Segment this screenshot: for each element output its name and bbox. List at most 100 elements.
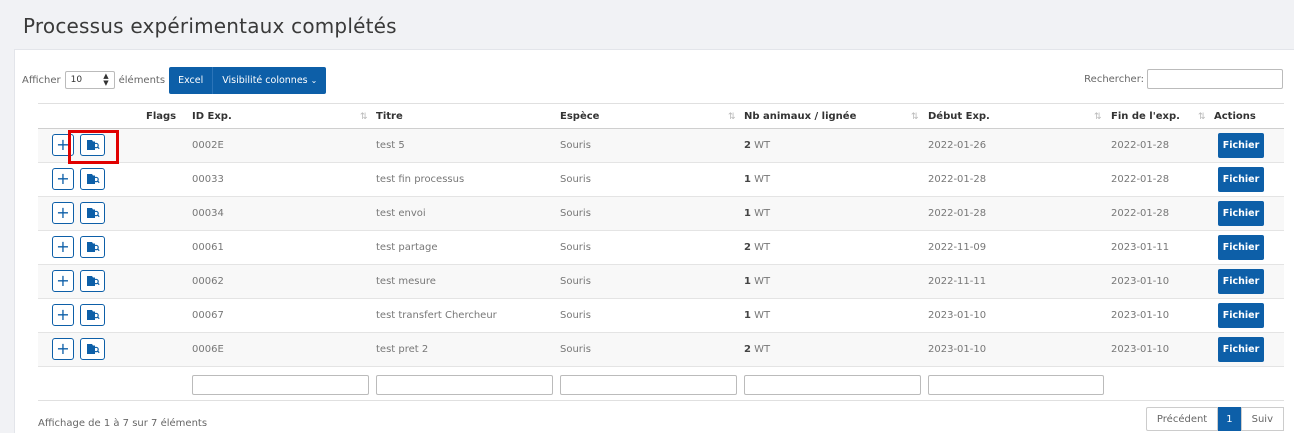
plus-icon[interactable]: +	[52, 304, 74, 326]
cell-start: 2022-01-26	[928, 140, 987, 151]
search-control: Rechercher:	[1084, 69, 1283, 89]
excel-button[interactable]: Excel	[169, 66, 213, 94]
cell-animals: 1 WT	[744, 208, 770, 219]
fichier-button[interactable]: Fichier	[1218, 337, 1264, 362]
cell-title: test 5	[376, 140, 405, 151]
header-animals[interactable]: Nb animaux / lignée	[744, 111, 856, 122]
cell-end: 2023-01-11	[1111, 242, 1170, 253]
cell-title: test envoi	[376, 208, 426, 219]
cell-title: test transfert Chercheur	[376, 310, 497, 321]
file-search-icon[interactable]	[80, 270, 105, 292]
cell-id: 00034	[192, 208, 224, 219]
cell-start: 2022-11-11	[928, 276, 987, 287]
fichier-button[interactable]: Fichier	[1218, 167, 1264, 192]
cell-species: Souris	[560, 242, 591, 253]
cell-count: 2	[744, 242, 751, 253]
page-button-current[interactable]: 1	[1218, 407, 1241, 431]
plus-icon[interactable]: +	[52, 338, 74, 360]
page-size-control: Afficher 10 ▲ ▼ éléments Excel Visibilité…	[22, 66, 327, 94]
select-arrows-icon: ▲ ▼	[103, 72, 109, 87]
header-id[interactable]: ID Exp.	[192, 111, 232, 122]
cell-id: 00062	[192, 276, 224, 287]
cell-start: 2022-01-28	[928, 208, 987, 219]
cell-line: WT	[754, 276, 771, 287]
table-row: +0006E test pret 2 Souris 2 WT 2023-01-10 202…	[38, 333, 1284, 367]
fichier-button[interactable]: Fichier	[1218, 201, 1264, 226]
header-title[interactable]: Titre	[376, 111, 403, 122]
sort-arrows-icon: ⇅	[911, 112, 919, 122]
next-page-button[interactable]: Suiv	[1240, 407, 1284, 431]
cell-count: 1	[744, 310, 751, 321]
fichier-button[interactable]: Fichier	[1218, 269, 1264, 294]
sort-arrows-icon: ⇅	[728, 112, 736, 122]
cell-id: 00033	[192, 174, 224, 185]
table-row: +00033 test fin processus Souris 1 WT 2022-0…	[38, 163, 1284, 197]
sort-arrows-icon: ⇅	[1198, 112, 1206, 122]
show-suffix-label: éléments	[118, 74, 166, 86]
filter-animals-input[interactable]	[744, 375, 921, 395]
cell-count: 2	[744, 140, 751, 151]
filter-species-input[interactable]	[560, 375, 737, 395]
filter-id-input[interactable]	[192, 375, 369, 395]
page-size-select[interactable]: 10 ▲ ▼	[64, 71, 115, 89]
cell-end: 2022-01-28	[1111, 174, 1170, 185]
header-species[interactable]: Espèce	[560, 111, 599, 122]
table-row: +0002E test 5 Souris 2 WT 2022-01-26 2022-01-…	[38, 129, 1284, 163]
plus-icon[interactable]: +	[52, 134, 74, 156]
fichier-button[interactable]: Fichier	[1218, 133, 1264, 158]
table-row: +00062 test mesure Souris 1 WT 2022-11-11 202…	[38, 265, 1284, 299]
filter-title-input[interactable]	[376, 375, 553, 395]
cell-end: 2022-01-28	[1111, 208, 1170, 219]
plus-icon[interactable]: +	[52, 202, 74, 224]
cell-species: Souris	[560, 344, 591, 355]
cell-id: 0006E	[192, 344, 224, 355]
file-search-icon[interactable]	[80, 236, 105, 258]
cell-end: 2023-01-10	[1111, 276, 1170, 287]
file-search-icon[interactable]	[80, 202, 105, 224]
cell-animals: 2 WT	[744, 140, 770, 151]
column-filters	[38, 367, 1284, 401]
page-size-value: 10	[70, 75, 83, 85]
cell-end: 2023-01-10	[1111, 344, 1170, 355]
table-row: +00061 test partage Souris 2 WT 2022-11-09 20…	[38, 231, 1284, 265]
header-flags[interactable]: Flags	[146, 111, 176, 122]
file-search-icon[interactable]	[80, 168, 105, 190]
cell-start: 2023-01-10	[928, 310, 987, 321]
cell-animals: 2 WT	[744, 242, 770, 253]
cell-animals: 2 WT	[744, 344, 770, 355]
cell-animals: 1 WT	[744, 310, 770, 321]
plus-icon[interactable]: +	[52, 168, 74, 190]
cell-title: test fin processus	[376, 174, 465, 185]
cell-end: 2022-01-28	[1111, 140, 1170, 151]
sort-arrows-icon: ⇅	[360, 112, 368, 122]
plus-icon[interactable]: +	[52, 270, 74, 292]
column-visibility-button[interactable]: Visibilité colonnes ⌄	[212, 66, 327, 94]
file-search-icon[interactable]	[80, 304, 105, 326]
search-input[interactable]	[1147, 69, 1283, 89]
cell-species: Souris	[560, 174, 591, 185]
cell-count: 1	[744, 174, 751, 185]
cell-line: WT	[754, 174, 771, 185]
file-search-icon[interactable]	[80, 338, 105, 360]
cell-line: WT	[754, 208, 771, 219]
cell-animals: 1 WT	[744, 174, 770, 185]
previous-page-button[interactable]: Précédent	[1145, 407, 1219, 431]
export-button-group: Excel Visibilité colonnes ⌄	[169, 66, 327, 94]
cell-start: 2022-11-09	[928, 242, 987, 253]
fichier-button[interactable]: Fichier	[1218, 303, 1264, 328]
table-row: +00067 test transfert Chercheur Souris 1 WT…	[38, 299, 1284, 333]
cell-species: Souris	[560, 276, 591, 287]
cell-line: WT	[754, 310, 771, 321]
fichier-button[interactable]: Fichier	[1218, 235, 1264, 260]
filter-start-input[interactable]	[928, 375, 1104, 395]
table-header: Flags ID Exp. ⇅ Titre Espèce ⇅ Nb animau…	[38, 103, 1284, 129]
header-end[interactable]: Fin de l'exp.	[1111, 111, 1180, 122]
file-search-icon[interactable]	[80, 134, 105, 156]
cell-species: Souris	[560, 208, 591, 219]
header-start[interactable]: Début Exp.	[928, 111, 990, 122]
experiments-table: Flags ID Exp. ⇅ Titre Espèce ⇅ Nb animau…	[38, 103, 1284, 401]
plus-icon[interactable]: +	[52, 236, 74, 258]
cell-title: test partage	[376, 242, 438, 253]
cell-start: 2023-01-10	[928, 344, 987, 355]
cell-species: Souris	[560, 310, 591, 321]
